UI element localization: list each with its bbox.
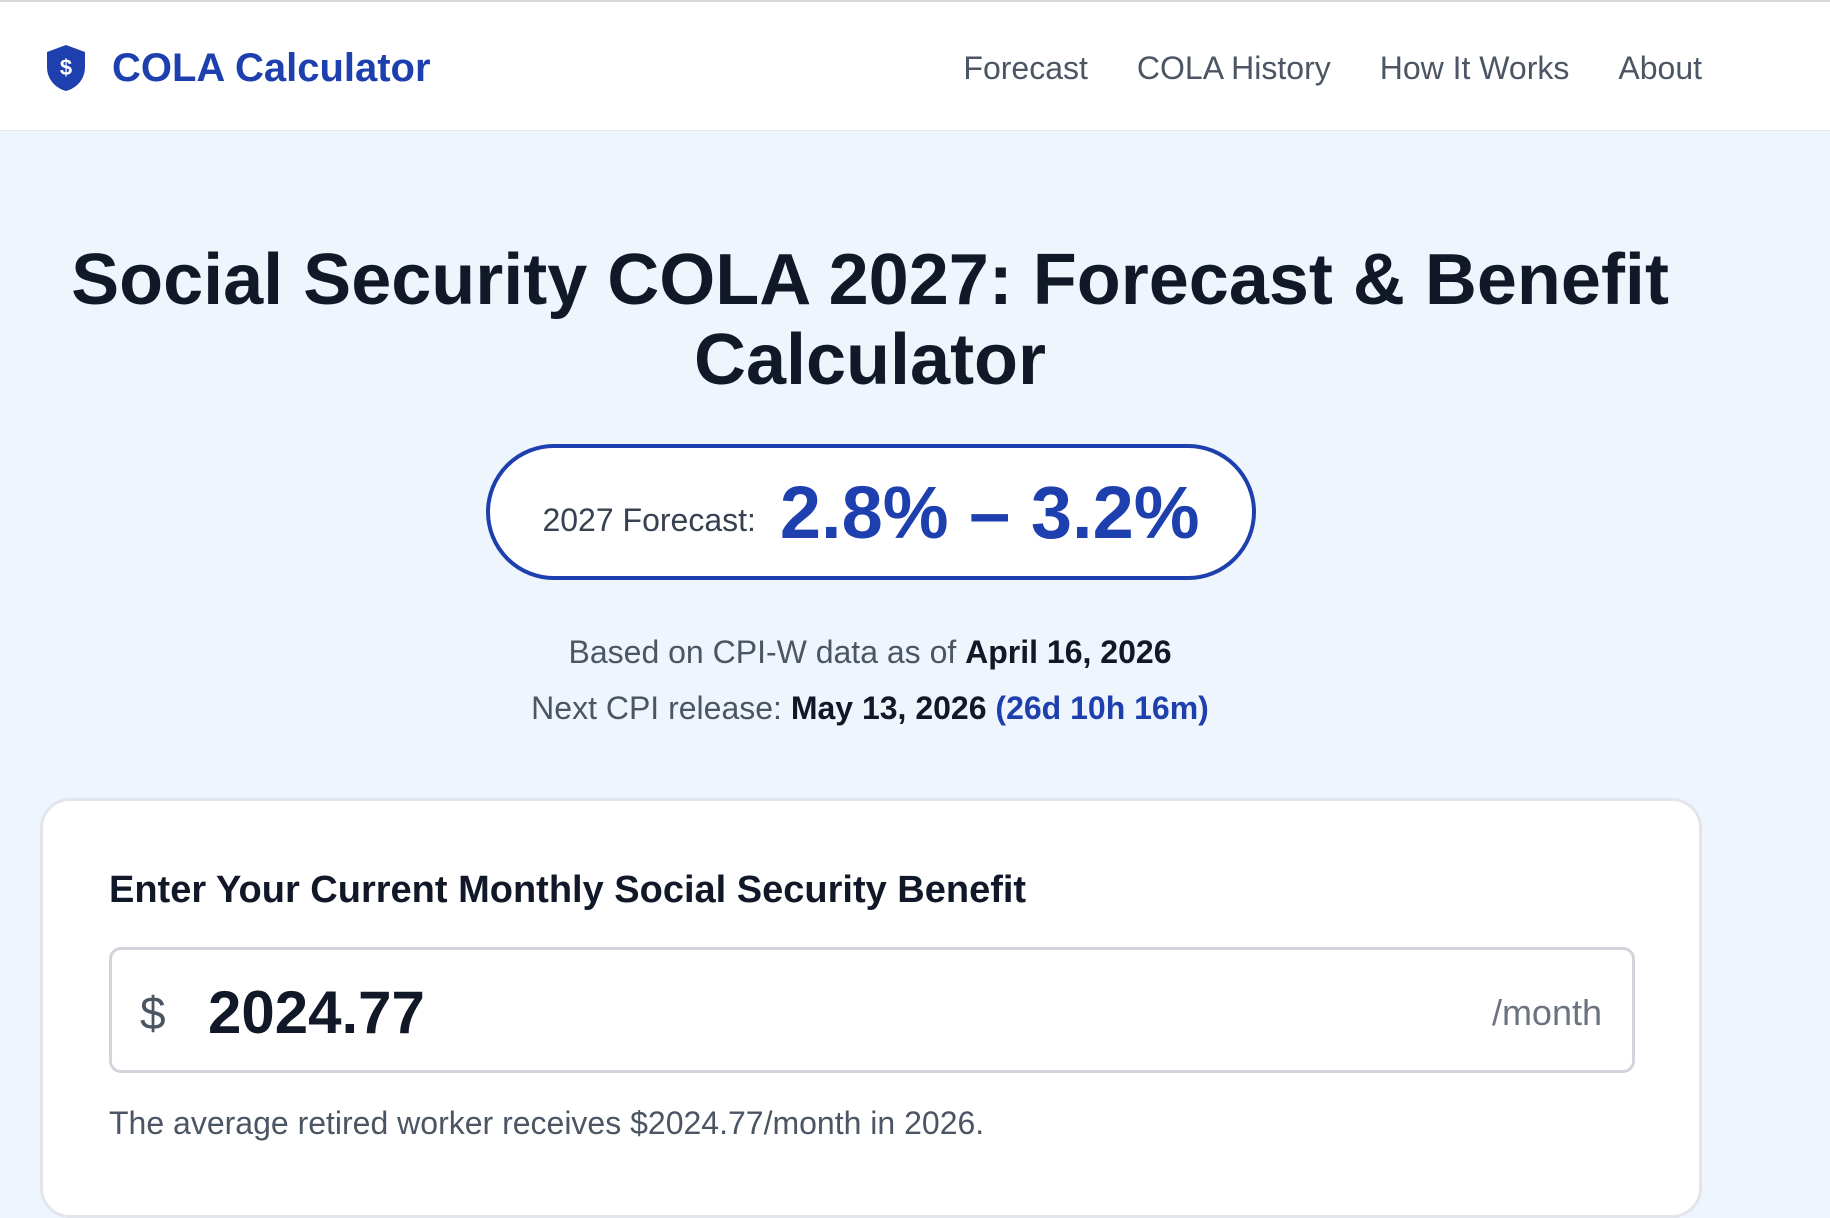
next-release-note: Next CPI release: May 13, 2026 (26d 10h … [0, 690, 1740, 727]
nav-cola-history[interactable]: COLA History [1137, 46, 1331, 90]
forecast-label: 2027 Forecast: [542, 501, 756, 538]
next-release-date: May 13, 2026 [790, 690, 987, 726]
site-header: $ COLA Calculator Forecast COLA History … [0, 0, 1830, 131]
currency-symbol: $ [140, 987, 166, 1039]
page-title: Social Security COLA 2027: Forecast & Be… [71, 240, 1669, 400]
shield-dollar-icon: $ [47, 45, 85, 91]
release-countdown: (26d 10h 16m) [995, 690, 1209, 726]
nav-how-it-works[interactable]: How It Works [1380, 46, 1570, 90]
forecast-range: 2.8% – 3.2% [779, 470, 1200, 554]
brand-logo[interactable]: $ COLA Calculator [44, 42, 431, 94]
benefit-value[interactable]: 2024.77 [208, 978, 425, 1047]
cpi-prefix: Based on CPI-W data as of [568, 634, 957, 670]
benefit-calculator-card: Enter Your Current Monthly Social Securi… [40, 798, 1702, 1218]
cpi-data-note: Based on CPI-W data as of April 16, 2026 [0, 634, 1740, 671]
forecast-badge: 2027 Forecast: 2.8% – 3.2% [486, 444, 1256, 580]
average-benefit-hint: The average retired worker receives $202… [109, 1105, 985, 1141]
unit-suffix: /month [1491, 992, 1602, 1033]
nav-forecast[interactable]: Forecast [963, 46, 1087, 90]
svg-text:$: $ [60, 55, 72, 80]
brand-name: COLA Calculator [112, 45, 431, 90]
next-release-prefix: Next CPI release: [531, 690, 782, 726]
nav-about[interactable]: About [1618, 46, 1702, 90]
calculator-heading: Enter Your Current Monthly Social Securi… [109, 869, 1027, 911]
cpi-date: April 16, 2026 [965, 634, 1172, 670]
benefit-input[interactable]: $ 2024.77 /month [109, 947, 1635, 1073]
main-nav: Forecast COLA History How It Works About [963, 46, 1702, 90]
